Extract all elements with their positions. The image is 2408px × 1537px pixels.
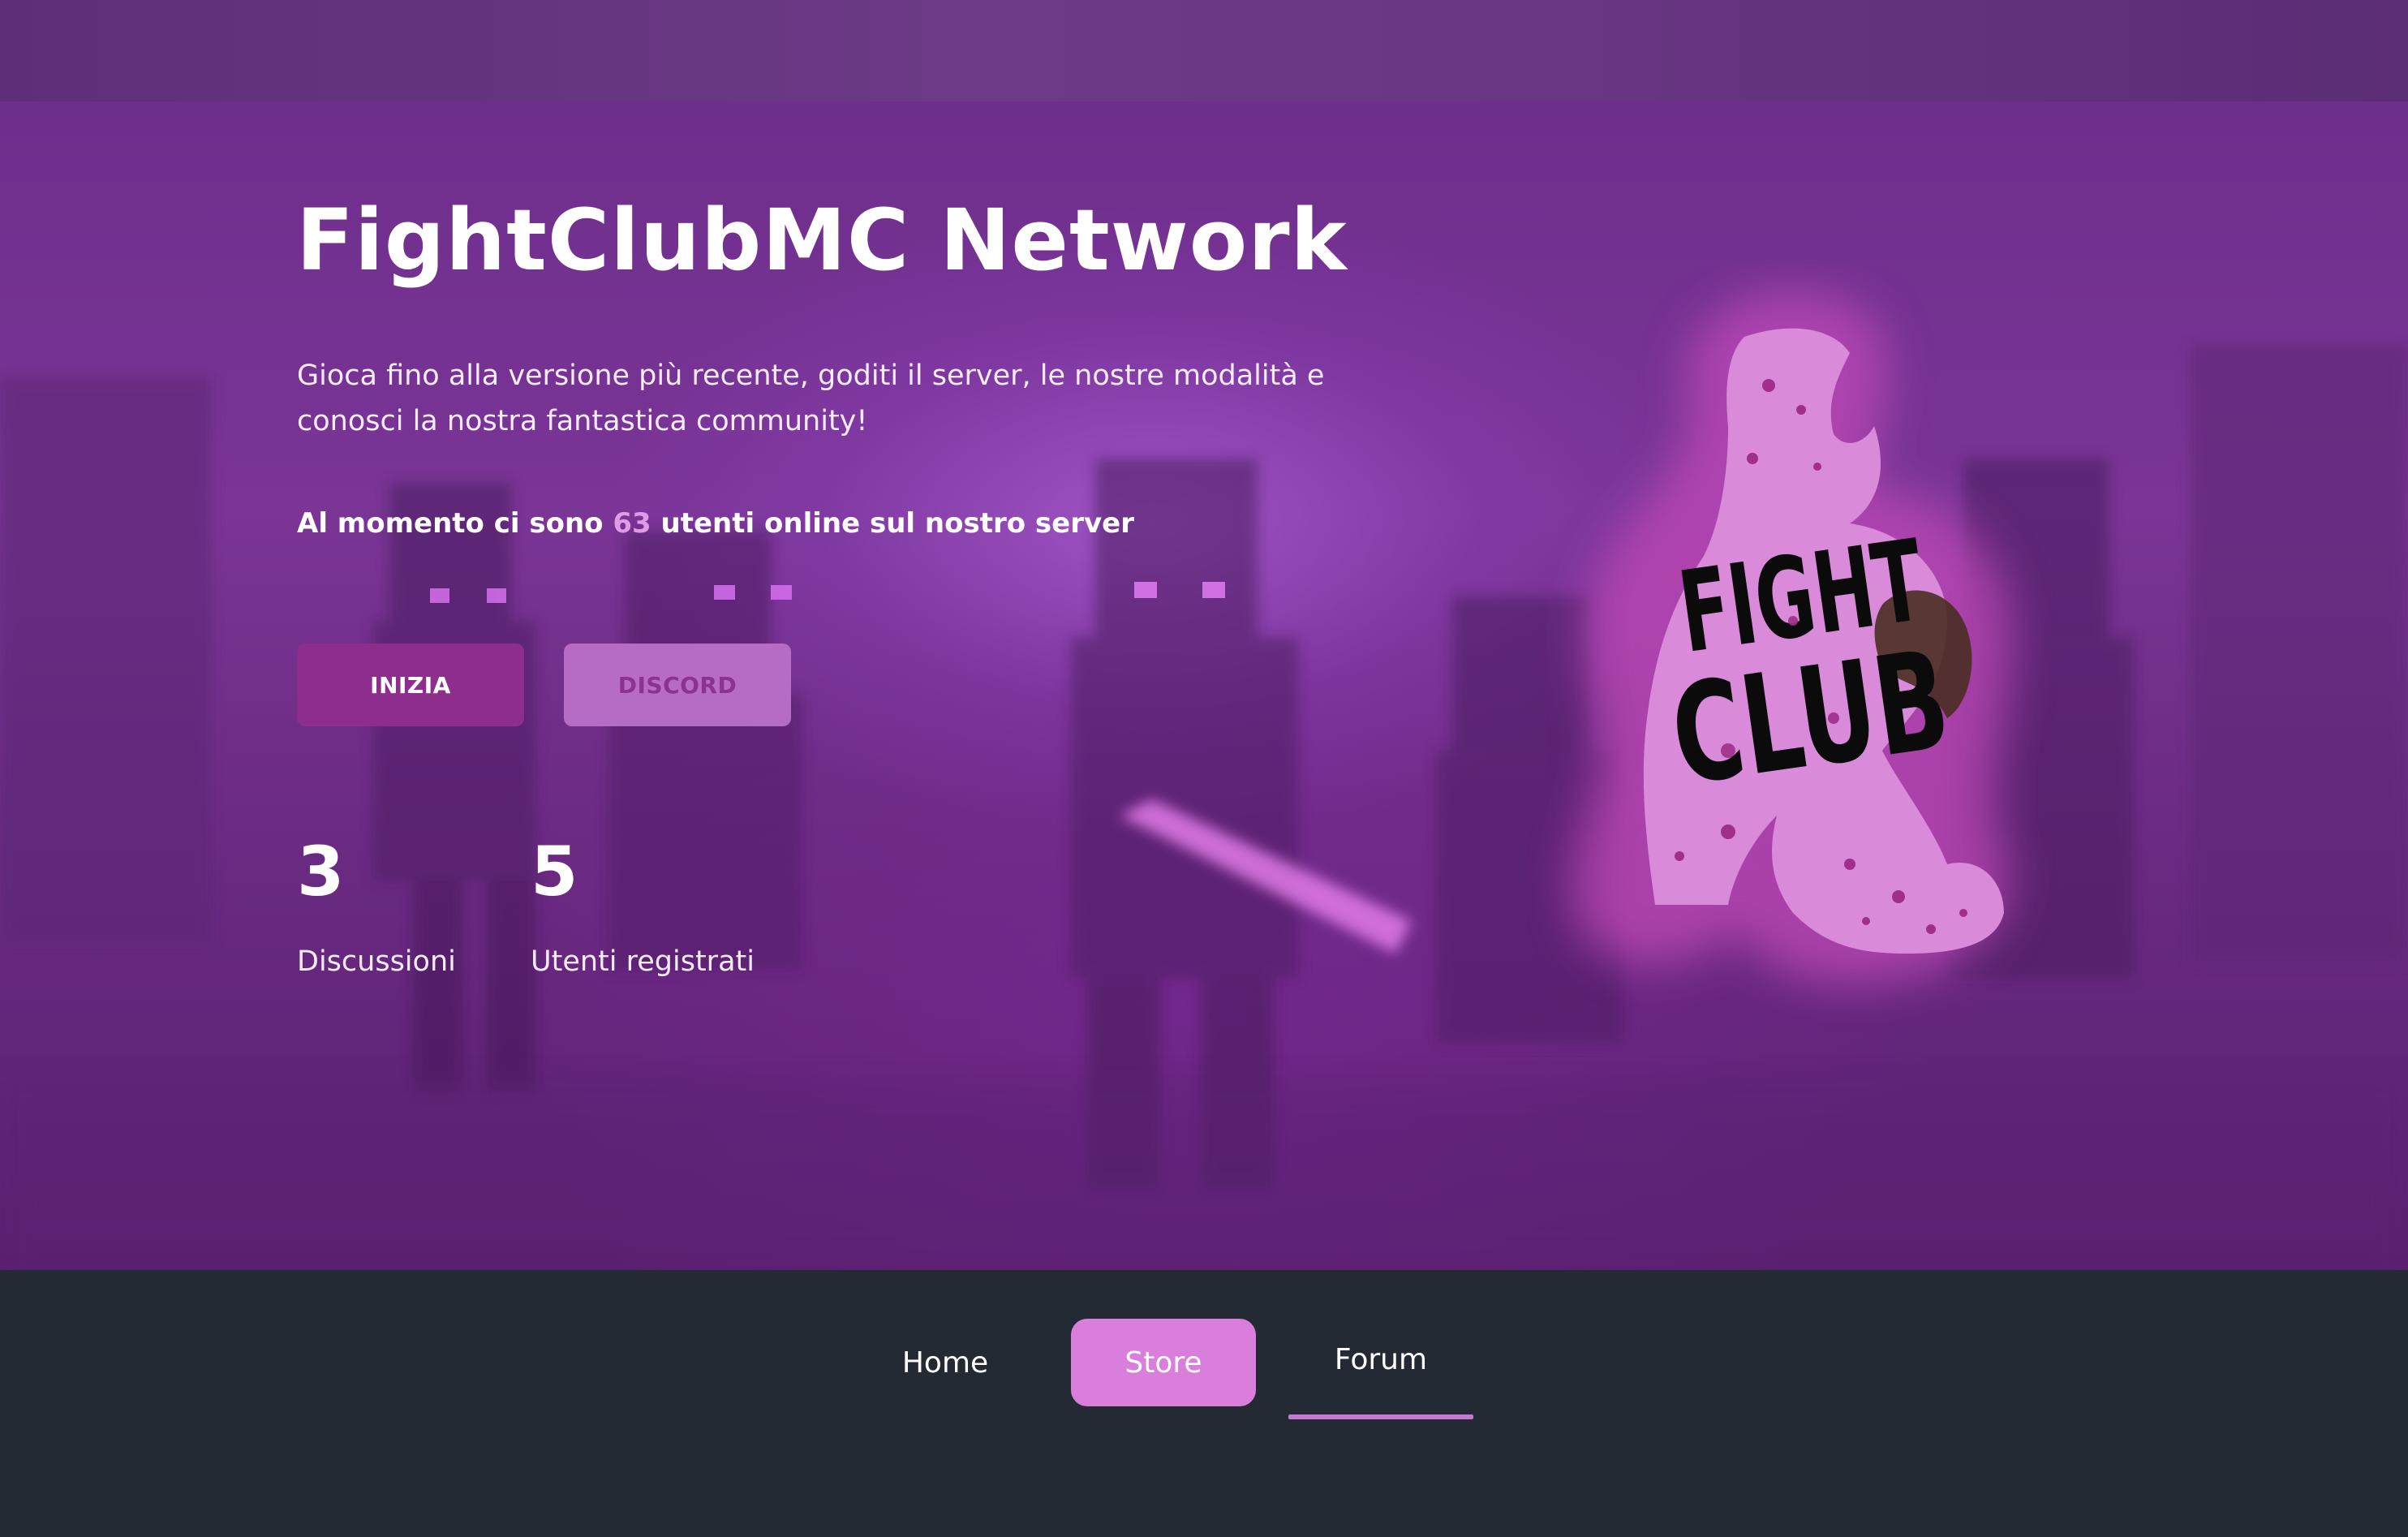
nav-item-home[interactable]: Home: [876, 1319, 1014, 1406]
top-bar: [0, 0, 2408, 101]
stat-users-value: 5: [531, 832, 578, 911]
page-title: FightClubMC Network: [296, 191, 1348, 290]
start-button[interactable]: INIZIA: [297, 644, 524, 726]
discord-button[interactable]: DISCORD: [564, 644, 791, 726]
hero-description: Gioca fino alla versione più recente, go…: [297, 359, 1325, 437]
main-navbar: Home Store Forum: [0, 1270, 2408, 1537]
online-count: 63: [613, 507, 651, 540]
online-suffix: utenti online sul nostro server: [651, 507, 1134, 540]
online-prefix: Al momento ci sono: [297, 507, 613, 540]
online-users-text: Al momento ci sono 63 utenti online sul …: [297, 507, 1134, 540]
nav-active-indicator: [1288, 1414, 1473, 1419]
nav-item-forum[interactable]: Forum: [1288, 1315, 1473, 1403]
nav-item-store[interactable]: Store: [1071, 1319, 1256, 1406]
stat-discussions-value: 3: [297, 832, 345, 911]
hero-section: FightClubMC Network Gioca fino alla vers…: [0, 101, 2408, 1270]
stat-users-label: Utenti registrati: [531, 945, 755, 978]
stat-discussions-label: Discussioni: [297, 945, 456, 978]
fightclub-logo-icon: FIGHT CLUB: [1571, 291, 2012, 984]
